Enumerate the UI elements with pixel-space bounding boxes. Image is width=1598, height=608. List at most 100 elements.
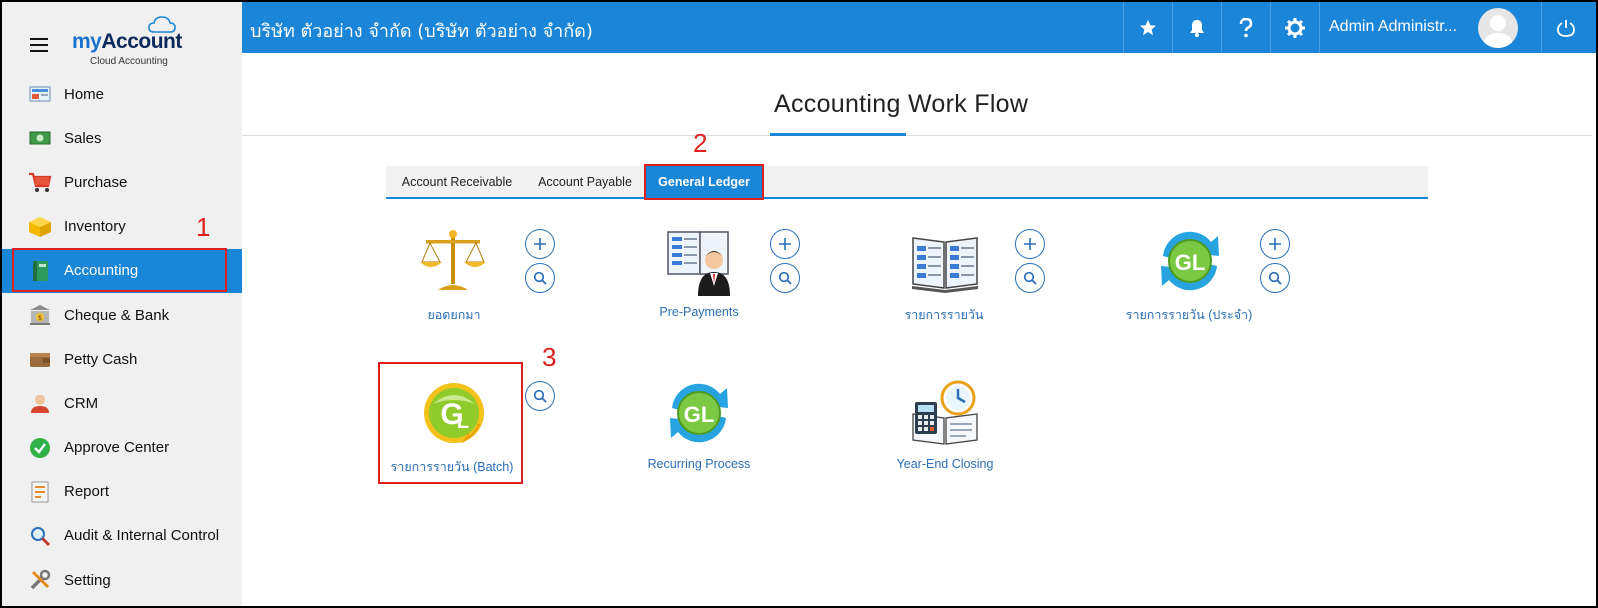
search-button[interactable] — [1260, 263, 1290, 293]
search-icon — [1268, 271, 1282, 285]
gl-recurring-icon[interactable]: GL — [1155, 226, 1225, 296]
user-name: Admin Administr... — [1329, 18, 1458, 35]
sidebar-menu: Home Sales Purchase Inventory Accounting… — [2, 72, 242, 602]
search-button[interactable] — [525, 381, 555, 411]
search-button[interactable] — [525, 263, 555, 293]
add-button[interactable] — [1260, 229, 1290, 259]
sidebar-item-label: Approve Center — [64, 439, 170, 457]
sidebar-item-label: Inventory — [64, 218, 126, 236]
sidebar-item-label: Home — [64, 85, 105, 103]
search-icon — [778, 271, 792, 285]
sidebar-item-report[interactable]: Report — [2, 470, 242, 514]
plus-icon — [534, 238, 546, 250]
search-icon — [533, 271, 547, 285]
logo[interactable]: myAccount Cloud Accounting — [72, 16, 192, 67]
sidebar-item-setting[interactable]: Setting — [2, 558, 242, 602]
workflow-label[interactable]: รายการรายวัน (ประจำ) — [1118, 305, 1260, 325]
sidebar-item-accounting[interactable]: Accounting — [2, 248, 242, 293]
tab-account-payable[interactable]: Account Payable — [528, 166, 642, 197]
settings-button[interactable] — [1270, 2, 1319, 53]
workflow-label[interactable]: Pre-Payments — [647, 305, 751, 319]
search-button[interactable] — [1015, 263, 1045, 293]
divider — [242, 135, 1596, 136]
logo-subtitle: Cloud Accounting — [90, 56, 168, 67]
workflow-label[interactable]: Recurring Process — [639, 457, 759, 471]
year-end-icon[interactable] — [910, 378, 980, 448]
search-icon — [533, 389, 547, 403]
bank-icon: $ — [28, 304, 52, 326]
sidebar-item-label: Sales — [64, 129, 102, 147]
home-icon — [28, 83, 52, 105]
notifications-button[interactable] — [1172, 2, 1221, 53]
svg-text:$: $ — [38, 314, 42, 322]
book-icon — [28, 260, 52, 282]
plus-icon — [779, 238, 791, 250]
gl-process-icon[interactable]: GL — [664, 378, 734, 448]
svg-text:GL: GL — [1175, 250, 1206, 275]
sidebar-item-cheque-bank[interactable]: $ Cheque & Bank — [2, 293, 242, 337]
sidebar-item-label: Accounting — [64, 262, 139, 280]
tools-icon — [28, 569, 52, 591]
sidebar-item-label: Cheque & Bank — [64, 306, 170, 324]
company-name: บริษัท ตัวอย่าง จำกัด (บริษัท ตัวอย่าง จ… — [250, 21, 593, 42]
journal-icon[interactable] — [910, 226, 980, 296]
magnifier-icon — [28, 525, 52, 547]
svg-text:GL: GL — [684, 402, 715, 427]
sidebar-item-label: Purchase — [64, 173, 128, 191]
power-icon — [1557, 19, 1575, 37]
sidebar-item-approve-center[interactable]: Approve Center — [2, 426, 242, 470]
svg-text:L: L — [457, 411, 469, 433]
app-window: myAccount Cloud Accounting Home Sales Pu… — [0, 0, 1598, 608]
sidebar-item-label: Audit & Internal Control — [64, 527, 220, 545]
workflow-label[interactable]: รายการรายวัน — [892, 305, 996, 325]
plus-icon — [1024, 238, 1036, 250]
sidebar-item-audit[interactable]: Audit & Internal Control — [2, 514, 242, 558]
sidebar-item-label: Petty Cash — [64, 350, 138, 368]
tab-account-receivable[interactable]: Account Receivable — [386, 166, 528, 197]
person-icon — [28, 392, 52, 414]
sidebar-item-purchase[interactable]: Purchase — [2, 160, 242, 204]
user-menu[interactable]: Admin Administr... — [1319, 2, 1589, 53]
prepayment-icon[interactable] — [664, 226, 734, 296]
title-underline — [770, 133, 906, 136]
sidebar-item-petty-cash[interactable]: Petty Cash — [2, 337, 242, 381]
tab-general-ledger[interactable]: General Ledger — [646, 166, 762, 197]
sales-icon — [28, 127, 52, 149]
logo-text: myAccount — [72, 30, 182, 53]
scrollbar[interactable] — [1592, 53, 1596, 606]
help-icon — [1239, 17, 1253, 37]
avatar[interactable] — [1478, 8, 1518, 48]
sidebar-item-label: CRM — [64, 394, 99, 412]
annotation-number: 1 — [196, 212, 211, 242]
sidebar-item-label: Report — [64, 483, 110, 501]
add-button[interactable] — [770, 229, 800, 259]
workflow-label[interactable]: ยอดยกมา — [402, 305, 506, 325]
check-icon — [28, 437, 52, 459]
workflow-tabs: Account Receivable Account Payable Gener… — [386, 166, 1428, 199]
cart-icon — [28, 171, 52, 193]
logout-button[interactable] — [1541, 2, 1590, 53]
box-icon — [28, 216, 52, 238]
add-button[interactable] — [525, 229, 555, 259]
workflow-label[interactable]: Year-End Closing — [885, 457, 1005, 471]
workflow-label[interactable]: รายการรายวัน (Batch) — [387, 457, 517, 477]
sidebar-item-crm[interactable]: CRM — [2, 381, 242, 425]
sidebar-item-home[interactable]: Home — [2, 72, 242, 116]
add-button[interactable] — [1015, 229, 1045, 259]
report-icon — [28, 481, 52, 503]
annotation-number: 3 — [542, 342, 557, 372]
help-button[interactable] — [1221, 2, 1270, 53]
hamburger-icon[interactable] — [30, 38, 48, 52]
sidebar-item-sales[interactable]: Sales — [2, 116, 242, 160]
search-icon — [1023, 271, 1037, 285]
sidebar-item-label: Setting — [64, 571, 111, 589]
search-button[interactable] — [770, 263, 800, 293]
gl-batch-icon[interactable]: G L — [419, 378, 489, 448]
page-title: Accounting Work Flow — [774, 90, 1029, 118]
bell-icon — [1190, 19, 1204, 37]
annotation-number: 2 — [693, 128, 708, 158]
plus-icon — [1269, 238, 1281, 250]
favorites-button[interactable] — [1123, 2, 1172, 53]
scale-icon[interactable] — [418, 226, 488, 296]
star-icon — [1139, 19, 1157, 35]
